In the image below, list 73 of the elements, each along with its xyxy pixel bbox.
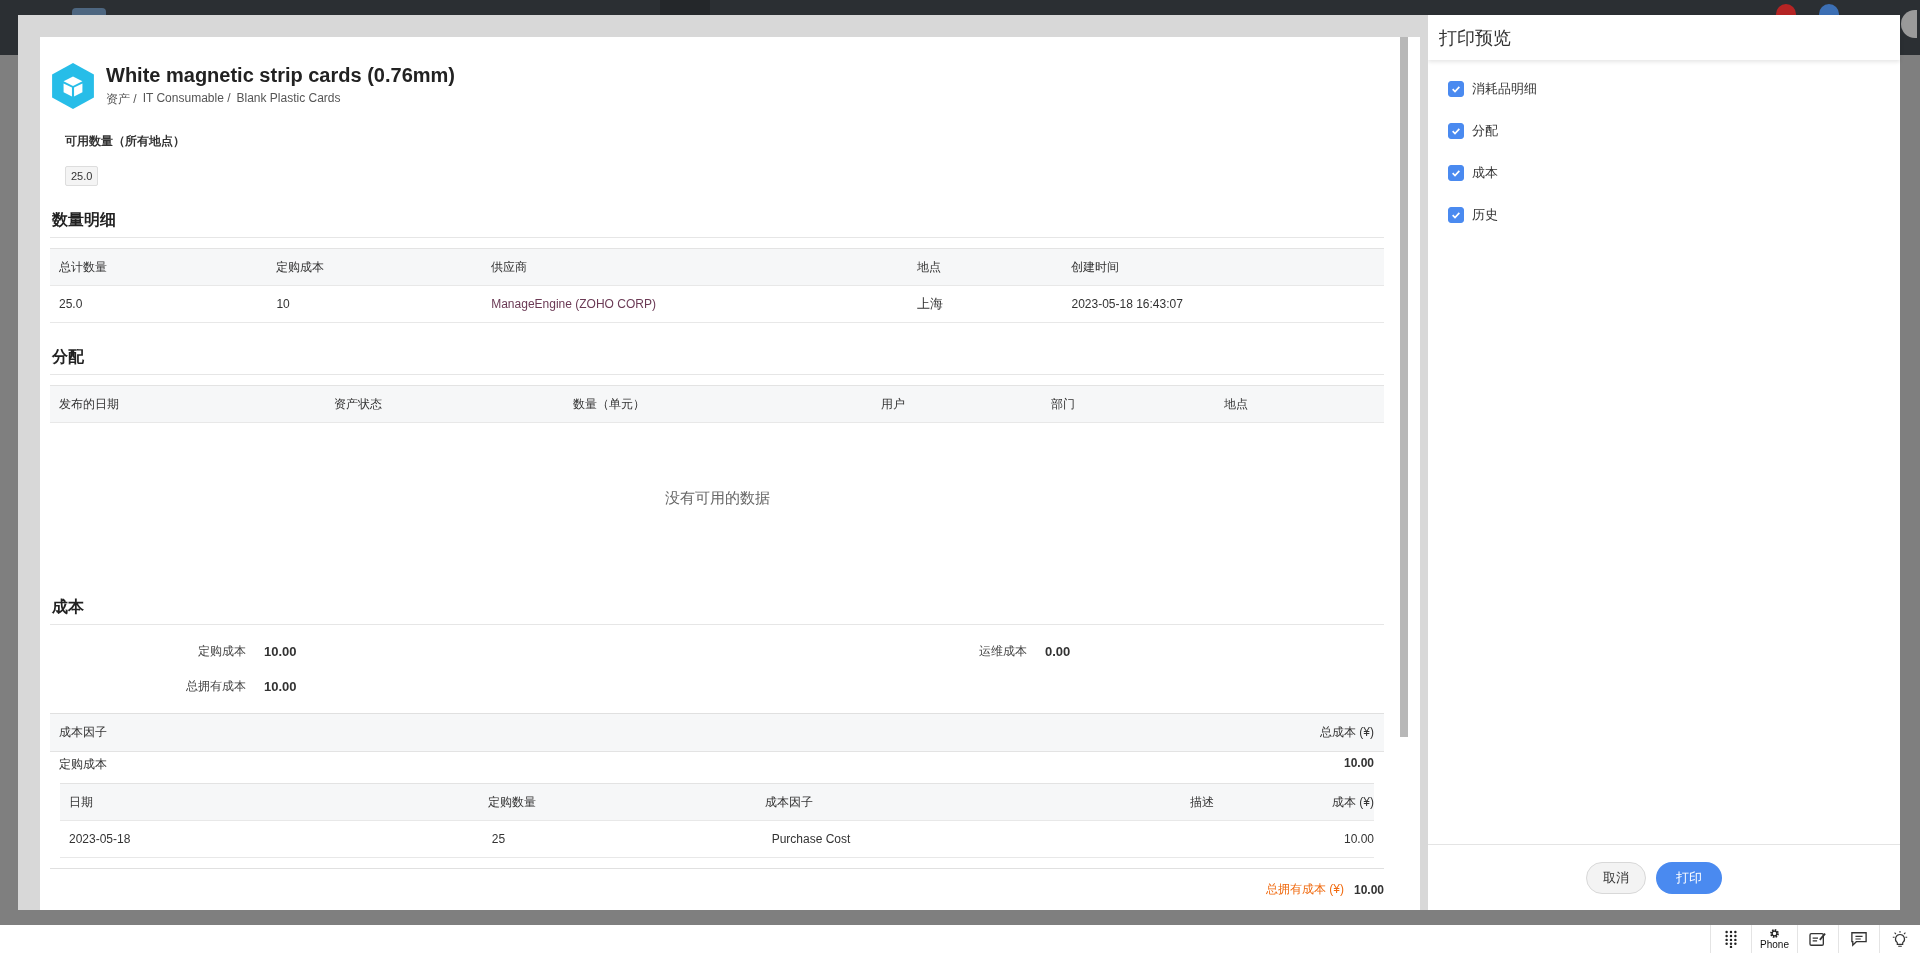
breadcrumb-item[interactable]: Blank Plastic Cards bbox=[236, 91, 341, 108]
checkmark-icon bbox=[1451, 168, 1461, 178]
gear-icon bbox=[1769, 928, 1780, 939]
column-header: 创建时间 bbox=[1070, 258, 1121, 276]
avatar-icon[interactable] bbox=[1901, 10, 1917, 38]
checkmark-icon bbox=[1451, 210, 1461, 220]
empty-message: 没有可用的数据 bbox=[664, 488, 770, 508]
cost-value: 0.00 bbox=[1045, 644, 1071, 659]
column-header: 资产状态 bbox=[332, 395, 383, 413]
cost-label: 运维成本 bbox=[978, 643, 1027, 660]
column-header: 总计数量 bbox=[58, 258, 108, 276]
checkbox[interactable] bbox=[1448, 165, 1464, 181]
checkbox[interactable] bbox=[1448, 123, 1464, 139]
lightbulb-icon[interactable] bbox=[1891, 930, 1909, 948]
dialpad-icon[interactable] bbox=[1724, 930, 1738, 948]
table-cell-text: Purchase Cost bbox=[770, 832, 852, 846]
checkbox-label: 消耗品明细 bbox=[1472, 80, 1537, 98]
cube-icon bbox=[52, 63, 94, 109]
column-header: 发布的日期 bbox=[58, 395, 120, 413]
column-header: 数量（单元） bbox=[571, 395, 646, 413]
column-header: 成本因子 bbox=[764, 793, 815, 811]
table-cell-text: 25 bbox=[490, 832, 507, 846]
breadcrumb-item[interactable]: 资产 / bbox=[106, 91, 137, 108]
cost-factor-name: 定购成本 bbox=[59, 756, 107, 773]
checkmark-icon bbox=[1451, 126, 1461, 136]
total-cost-label: 总拥有成本 (¥) bbox=[1265, 881, 1344, 898]
checkbox[interactable] bbox=[1448, 81, 1464, 97]
checkbox[interactable] bbox=[1448, 207, 1464, 223]
notification-badge[interactable] bbox=[1776, 4, 1796, 15]
column-header: 地点 bbox=[915, 258, 942, 276]
column-header: 地点 bbox=[1222, 395, 1249, 413]
table-cell-text: ManageEngine (ZOHO CORP) bbox=[490, 297, 657, 311]
cost-value: 10.00 bbox=[264, 679, 297, 694]
column-header: 用户 bbox=[879, 395, 906, 413]
available-quantity-value: 25.0 bbox=[65, 166, 99, 186]
breadcrumb-item[interactable]: IT Consumable / bbox=[142, 91, 231, 108]
cost-label: 总拥有成本 bbox=[185, 678, 246, 695]
column-header: 供应商 bbox=[490, 258, 529, 276]
total-cost-value: 10.00 bbox=[1353, 882, 1384, 897]
column-header: 部门 bbox=[1050, 395, 1077, 413]
checkbox-label: 分配 bbox=[1472, 122, 1498, 140]
table-cell-text: 2023-05-18 16:43:07 bbox=[1070, 297, 1184, 311]
cost-label: 定购成本 bbox=[197, 643, 246, 660]
scrollbar[interactable] bbox=[1400, 37, 1408, 737]
notification-badge[interactable] bbox=[1819, 4, 1839, 15]
table-cell-text: 10 bbox=[275, 297, 291, 311]
checkbox-label: 历史 bbox=[1472, 206, 1498, 224]
available-quantity-label: 可用数量（所有地点） bbox=[65, 133, 186, 150]
checkbox-label: 成本 bbox=[1472, 164, 1498, 182]
table-cell-text: 上海 bbox=[915, 295, 944, 313]
chat-icon[interactable] bbox=[1850, 931, 1868, 947]
cost-value: 10.00 bbox=[264, 644, 297, 659]
column-header: 定购成本 bbox=[275, 258, 326, 276]
checkmark-icon bbox=[1451, 84, 1461, 94]
table-cell-text: 2023-05-18 bbox=[68, 832, 132, 846]
column-header: 定购数量 bbox=[486, 793, 537, 811]
cost-factor-total: 10.00 bbox=[1343, 756, 1374, 772]
phone-settings-button[interactable]: Phone bbox=[1751, 925, 1797, 953]
note-edit-icon[interactable] bbox=[1809, 931, 1827, 947]
column-header: 日期 bbox=[68, 793, 94, 811]
table-cell-text: 25.0 bbox=[58, 297, 84, 311]
section-heading: 数量明细 bbox=[50, 210, 1384, 238]
column-header: 描述 bbox=[1188, 793, 1215, 811]
item-title: White magnetic strip cards (0.76mm) bbox=[106, 64, 455, 87]
app-logo-icon[interactable] bbox=[72, 8, 106, 15]
panel-title: 打印预览 bbox=[1428, 15, 1900, 60]
column-header: 成本因子 bbox=[59, 724, 107, 741]
section-heading: 分配 bbox=[50, 347, 1384, 375]
section-heading: 成本 bbox=[50, 597, 1384, 625]
column-header: 成本 (¥) bbox=[1331, 793, 1374, 811]
cancel-button[interactable]: 取消 bbox=[1586, 861, 1646, 894]
column-header: 总成本 (¥) bbox=[1320, 724, 1374, 741]
table-cell-text: 10.00 bbox=[1342, 832, 1374, 846]
